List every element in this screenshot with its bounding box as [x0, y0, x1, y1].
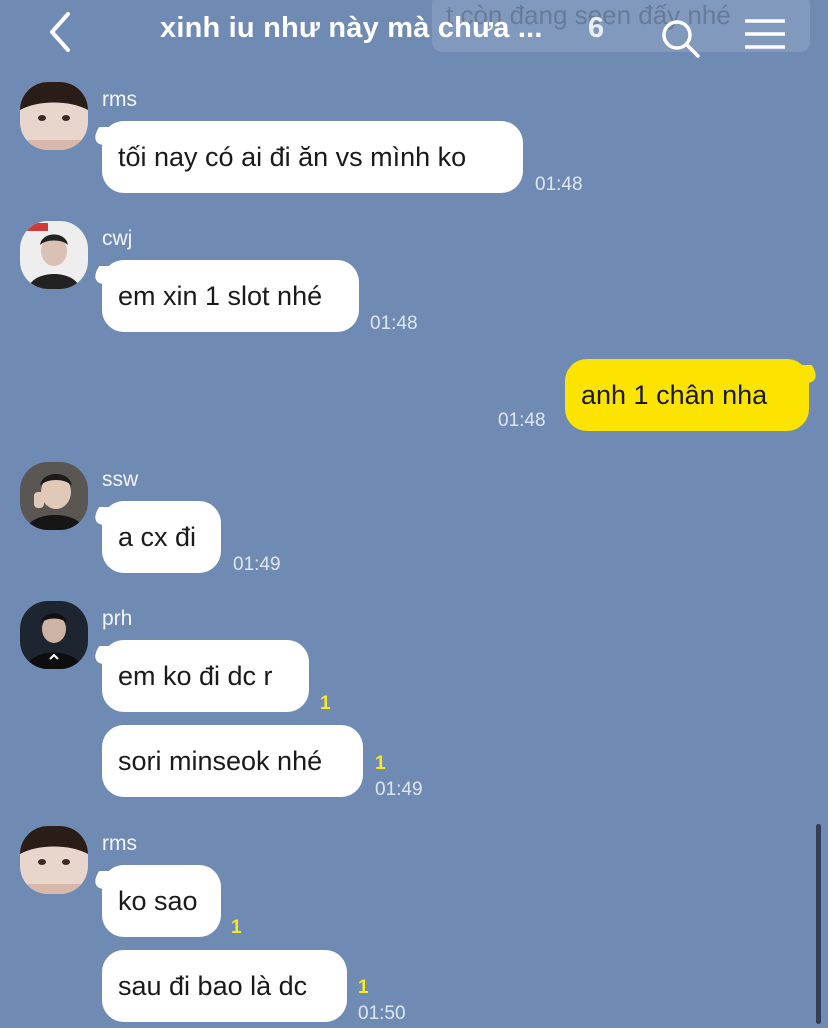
member-count: 6 — [588, 12, 605, 44]
message-bubble[interactable]: em xin 1 slot nhé — [102, 260, 359, 332]
search-icon[interactable] — [660, 18, 702, 60]
my-message-bubble[interactable]: anh 1 chân nha — [565, 359, 809, 431]
message-bubble[interactable]: sau đi bao là dc — [102, 950, 347, 1022]
message-time: 01:48 — [370, 313, 418, 334]
message-time: 01:50 — [358, 1003, 406, 1024]
message-bubble[interactable]: sori minseok nhé — [102, 725, 363, 797]
message-bubble[interactable]: tối nay có ai đi ăn vs mình ko — [102, 121, 523, 193]
sender-name: rms — [102, 832, 137, 855]
message-bubble[interactable]: a cx đi — [102, 501, 221, 573]
unread-count: 1 — [320, 693, 331, 714]
sender-name: cwj — [102, 227, 133, 250]
message-bubble[interactable]: em ko đi dc r — [102, 640, 309, 712]
unread-count: 1 — [375, 753, 386, 774]
unread-count: 1 — [358, 977, 369, 998]
message-bubble[interactable]: ko sao — [102, 865, 221, 937]
unread-count: 1 — [231, 917, 242, 938]
sender-name: rms — [102, 88, 137, 111]
hamburger-menu-icon[interactable] — [744, 18, 786, 50]
avatar-ssw[interactable] — [20, 462, 88, 530]
avatar-rms[interactable] — [20, 826, 88, 894]
sender-name: ssw — [102, 468, 139, 491]
chevron-left-icon[interactable] — [44, 10, 78, 54]
message-time: 01:49 — [233, 554, 281, 575]
chat-header: t còn đang seen đấy nhé xinh iu như này … — [0, 0, 828, 66]
avatar-prh[interactable] — [20, 601, 88, 669]
avatar-cwj[interactable] — [20, 221, 88, 289]
chat-title[interactable]: xinh iu như này mà chưa ... — [160, 12, 543, 45]
message-time: 01:49 — [375, 779, 423, 800]
message-time: 01:48 — [498, 410, 546, 431]
sender-name: prh — [102, 607, 133, 630]
message-time: 01:48 — [535, 174, 583, 195]
scrollbar[interactable] — [816, 824, 821, 1024]
avatar-rms[interactable] — [20, 82, 88, 150]
